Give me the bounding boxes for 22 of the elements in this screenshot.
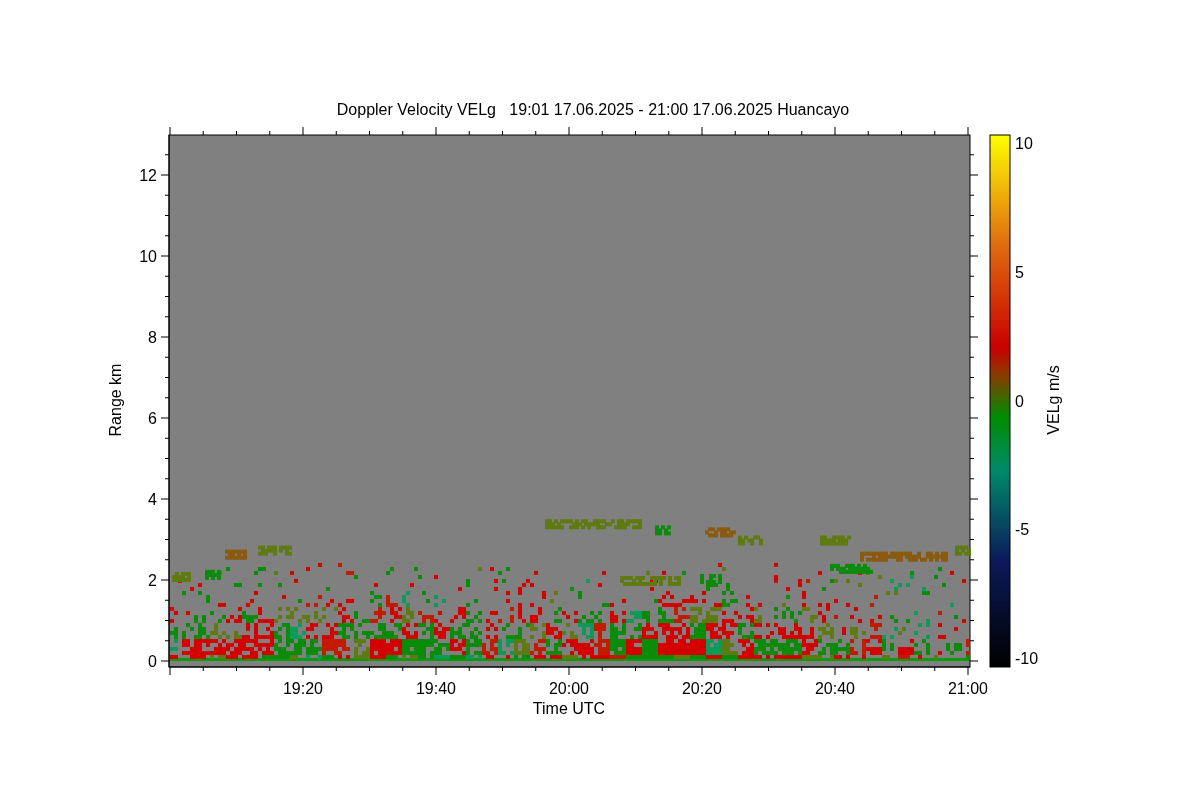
y-tick-label: 10 xyxy=(139,248,157,265)
y-tick-label: 8 xyxy=(148,329,157,346)
colorbar-title: VELg m/s xyxy=(1045,365,1062,435)
colorbar-tick-label: 0 xyxy=(1015,392,1024,410)
x-tick-label: 20:20 xyxy=(682,680,722,697)
x-tick-label: 19:20 xyxy=(283,680,323,697)
y-tick-label: 4 xyxy=(148,491,157,508)
x-tick-label: 21:00 xyxy=(948,680,988,697)
y-axis-title: Range km xyxy=(107,363,124,437)
y-tick-label: 2 xyxy=(148,572,157,589)
y-tick-label: 12 xyxy=(139,167,157,184)
chart-title: Doppler Velocity VELg 19:01 17.06.2025 - 21:00 17.06.2025 Huancayo xyxy=(336,101,850,118)
colorbar-tick-label: -10 xyxy=(1015,650,1039,667)
y-tick-label: 6 xyxy=(148,410,157,427)
x-tick-label: 19:40 xyxy=(416,680,456,697)
colorbar-tick-label: -5 xyxy=(1015,521,1030,539)
x-tick-label: 20:40 xyxy=(815,680,855,697)
y-tick-label: 0 xyxy=(148,653,157,670)
x-axis-title: Time UTC xyxy=(532,700,606,717)
colorbar-tick-label: 10 xyxy=(1015,135,1033,152)
x-tick-label: 20:00 xyxy=(549,680,589,697)
colorbar-tick-label: 5 xyxy=(1015,263,1024,281)
